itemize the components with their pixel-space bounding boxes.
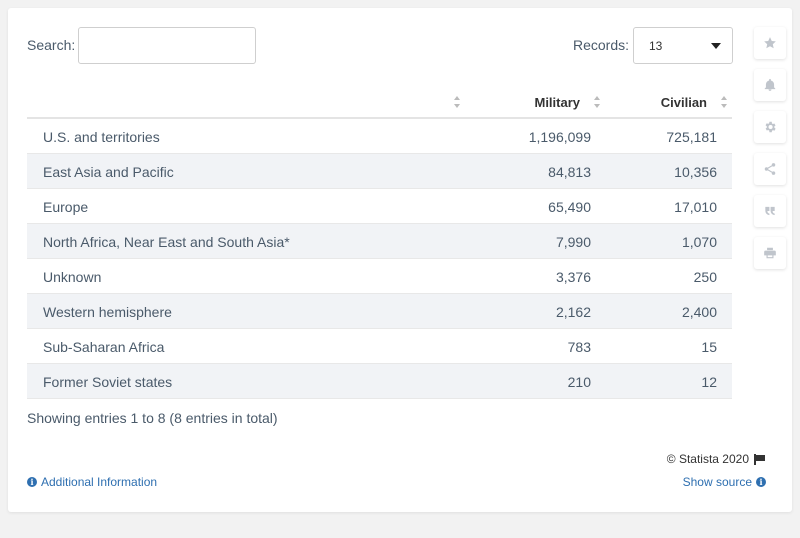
records-selected-value: 13: [649, 38, 663, 53]
table-row: Western hemisphere 2,162 2,400: [27, 294, 732, 329]
records-label: Records:: [573, 37, 630, 53]
column-header-civilian[interactable]: Civilian: [601, 85, 728, 119]
records-select[interactable]: 13: [633, 27, 733, 64]
chevron-down-icon: [711, 43, 721, 49]
copyright-text: © Statista 2020: [666, 452, 749, 466]
cell-region: North Africa, Near East and South Asia*: [43, 233, 290, 250]
table-row: North Africa, Near East and South Asia* …: [27, 224, 732, 259]
cell-military: 210: [567, 373, 591, 390]
cell-civilian: 1,070: [681, 233, 717, 250]
additional-information-link[interactable]: i Additional Information: [27, 475, 157, 489]
entries-summary: Showing entries 1 to 8 (8 entries in tot…: [27, 410, 278, 426]
favorite-button[interactable]: [754, 27, 786, 59]
cell-region: Europe: [43, 198, 89, 215]
sort-icon: [721, 96, 728, 108]
statistic-card: Search: Records: 13 Military Civilian U.…: [8, 8, 792, 512]
cell-civilian: 2,400: [681, 303, 717, 320]
cell-military: 3,376: [555, 268, 591, 285]
share-icon: [764, 163, 776, 175]
print-button[interactable]: [754, 237, 786, 269]
show-source-link[interactable]: Show source i: [683, 475, 766, 489]
cite-button[interactable]: [754, 195, 786, 227]
cell-region: Sub-Saharan Africa: [43, 338, 165, 355]
data-table: Military Civilian U.S. and territories 1…: [27, 85, 732, 399]
column-header-military[interactable]: Military: [461, 85, 601, 119]
show-source-label: Show source: [682, 475, 752, 489]
cell-region: Western hemisphere: [43, 303, 172, 320]
cell-region: East Asia and Pacific: [43, 163, 174, 180]
cell-civilian: 10,356: [674, 163, 717, 180]
cell-region: U.S. and territories: [43, 128, 160, 145]
info-icon: i: [27, 477, 37, 487]
copyright: © Statista 2020: [667, 452, 766, 466]
info-icon: i: [756, 477, 766, 487]
table-row: East Asia and Pacific 84,813 10,356: [27, 154, 732, 189]
search-label: Search:: [27, 37, 76, 53]
cell-region: Former Soviet states: [43, 373, 173, 390]
flag-icon[interactable]: [754, 453, 766, 465]
table-header: Military Civilian: [27, 85, 732, 119]
print-icon: [764, 247, 776, 259]
bell-icon: [764, 78, 776, 91]
share-button[interactable]: [754, 153, 786, 185]
cell-civilian: 725,181: [666, 128, 717, 145]
quote-icon: [765, 206, 775, 216]
cell-military: 783: [567, 338, 591, 355]
search-input[interactable]: [78, 27, 256, 64]
sort-icon: [594, 96, 601, 108]
cell-civilian: 250: [693, 268, 717, 285]
table-row: Former Soviet states 210 12: [27, 364, 732, 399]
cell-military: 65,490: [548, 198, 591, 215]
table-row: Europe 65,490 17,010: [27, 189, 732, 224]
cell-civilian: 12: [701, 373, 717, 390]
star-icon: [764, 37, 776, 49]
cell-civilian: 15: [701, 338, 717, 355]
table-row: U.S. and territories 1,196,099 725,181: [27, 119, 732, 154]
side-toolbar: [754, 27, 788, 279]
additional-information-label: Additional Information: [41, 475, 158, 489]
cell-military: 7,990: [555, 233, 591, 250]
cell-civilian: 17,010: [674, 198, 717, 215]
column-header-region[interactable]: [27, 85, 461, 119]
cell-military: 84,813: [548, 163, 591, 180]
table-row: Unknown 3,376 250: [27, 259, 732, 294]
sort-icon: [454, 96, 461, 108]
settings-button[interactable]: [754, 111, 786, 143]
cell-region: Unknown: [43, 268, 102, 285]
table-row: Sub-Saharan Africa 783 15: [27, 329, 732, 364]
notification-button[interactable]: [754, 69, 786, 101]
cell-military: 1,196,099: [528, 128, 591, 145]
gear-icon: [765, 121, 776, 133]
cell-military: 2,162: [555, 303, 591, 320]
